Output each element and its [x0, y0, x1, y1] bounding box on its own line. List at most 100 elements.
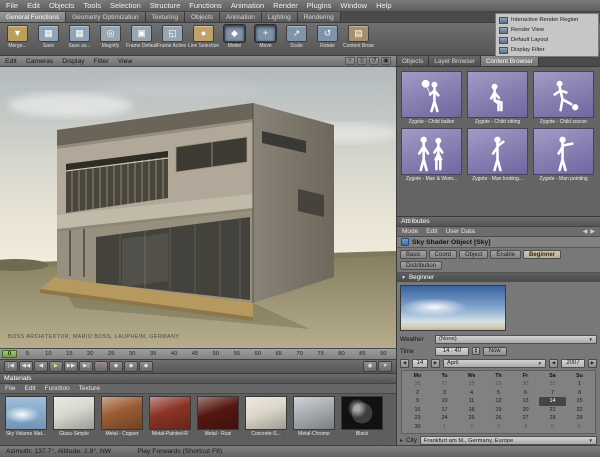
calendar-day[interactable]: 18: [458, 406, 485, 415]
calendar-day[interactable]: 30: [404, 423, 431, 432]
calendar-day[interactable]: 2: [458, 423, 485, 432]
menu-item[interactable]: Structure: [150, 1, 180, 10]
content-browser-icon[interactable]: ▤ Content Browser: [343, 25, 374, 55]
attributes-menu-item[interactable]: Edit: [426, 228, 437, 235]
calendar-day[interactable]: 25: [458, 414, 485, 423]
key-parameter-button[interactable]: ◉: [363, 361, 377, 372]
calendar-day[interactable]: 23: [404, 414, 431, 423]
calendar-day[interactable]: 7: [539, 389, 566, 398]
material-item[interactable]: Concrete-S...: [243, 396, 289, 443]
calendar-day[interactable]: 6: [566, 423, 593, 432]
content-item[interactable]: Zygote - Man pointing: [532, 128, 595, 182]
material-item[interactable]: Metal-Chrome: [291, 396, 337, 443]
goto-start-button[interactable]: |◀: [4, 361, 18, 372]
calendar-day[interactable]: 27: [431, 380, 458, 389]
calendar-day[interactable]: 1: [431, 423, 458, 432]
material-item[interactable]: Metal-Painted-R: [147, 396, 193, 443]
key-position-button[interactable]: ◆: [109, 361, 123, 372]
calendar-day[interactable]: 5: [485, 389, 512, 398]
render-view-item[interactable]: Render View: [497, 25, 597, 35]
calendar-day[interactable]: 9: [404, 397, 431, 406]
section-header[interactable]: ▼ Beginner: [397, 273, 600, 282]
calendar-day[interactable]: 14: [539, 397, 566, 406]
attribute-tab[interactable]: Enable: [490, 250, 521, 259]
menu-item[interactable]: Functions: [189, 1, 222, 10]
playback-options-button[interactable]: ▾: [378, 361, 392, 372]
now-button[interactable]: Now: [483, 347, 507, 356]
object-title-row[interactable]: Sky Shader Object [Sky]: [397, 237, 600, 248]
month-dropdown[interactable]: April ▼: [443, 359, 546, 368]
materials-menu-item[interactable]: Function: [45, 385, 70, 392]
attribute-tab[interactable]: Coord: [429, 250, 457, 259]
scale-icon[interactable]: ↗ Scale: [281, 25, 312, 55]
viewport-menu-item[interactable]: Cameras: [26, 58, 54, 65]
interactive-render-region-item[interactable]: Interactive Render Region: [497, 15, 597, 25]
calendar-day[interactable]: 26: [485, 414, 512, 423]
attribute-tab[interactable]: Object: [459, 250, 488, 259]
content-item[interactable]: Zygote - Child soccer: [532, 71, 595, 125]
palette-tab[interactable]: General Functions: [0, 12, 66, 22]
record-keyframe-button[interactable]: ●: [94, 361, 108, 372]
next-day-button[interactable]: ▶: [431, 359, 440, 368]
display-filter-item[interactable]: Display Filter: [497, 45, 597, 55]
goto-end-button[interactable]: ▶|: [79, 361, 93, 372]
calendar-day[interactable]: 16: [404, 406, 431, 415]
prev-frame-button[interactable]: ◀: [34, 361, 48, 372]
calendar-day[interactable]: 15: [566, 397, 593, 406]
palette-tab[interactable]: Objects: [185, 12, 220, 22]
content-item[interactable]: Zygote - Child ballon: [400, 71, 463, 125]
calendar-day[interactable]: 26: [404, 380, 431, 389]
weather-dropdown[interactable]: (None) ▼: [435, 335, 597, 344]
view-zoom-icon[interactable]: ◎: [357, 57, 367, 65]
live-selection-icon[interactable]: ● Live Selection: [188, 25, 219, 55]
city-dropdown[interactable]: Frankfurt am M., Germany, Europe ▼: [420, 436, 597, 445]
year-field[interactable]: 2007: [561, 359, 585, 368]
save-icon[interactable]: ▦ Save: [33, 25, 64, 55]
calendar-day[interactable]: 8: [566, 389, 593, 398]
content-item[interactable]: Zygote - Man looking...: [466, 128, 529, 182]
save-as-icon[interactable]: ▦ Save as...: [64, 25, 95, 55]
attribute-tab[interactable]: Basic: [400, 250, 427, 259]
next-year-button[interactable]: ▶: [588, 359, 597, 368]
menu-item[interactable]: Selection: [110, 1, 141, 10]
menu-item[interactable]: Render: [273, 1, 298, 10]
calendar-day[interactable]: 22: [566, 406, 593, 415]
menu-item[interactable]: Help: [376, 1, 391, 10]
calendar-day[interactable]: 13: [512, 397, 539, 406]
attribute-tab[interactable]: Distribution: [400, 261, 442, 270]
view-maximize-icon[interactable]: ▣: [381, 57, 391, 65]
calendar-day[interactable]: 28: [539, 414, 566, 423]
menu-item[interactable]: File: [6, 1, 18, 10]
calendar-day[interactable]: 28: [458, 380, 485, 389]
calendar-day[interactable]: 5: [539, 423, 566, 432]
manager-tab[interactable]: Content Browser: [481, 56, 539, 66]
materials-menu-item[interactable]: Edit: [24, 385, 35, 392]
frame-default-icon[interactable]: ▣ Frame Default: [126, 25, 157, 55]
move-icon[interactable]: + Move: [250, 25, 281, 55]
palette-tab[interactable]: Animation: [220, 12, 262, 22]
palette-tab[interactable]: Lighting: [262, 12, 298, 22]
content-item[interactable]: Zygote - Child sitting: [466, 71, 529, 125]
history-forward-icon[interactable]: ▶: [590, 228, 595, 235]
viewport-menu-item[interactable]: Edit: [5, 58, 17, 65]
timeline-ruler[interactable]: 051015202530354045505560657075808590: [0, 348, 396, 359]
material-item[interactable]: Metal - Rust: [195, 396, 241, 443]
material-item[interactable]: Metal - Copper: [99, 396, 145, 443]
calendar-day[interactable]: 4: [512, 423, 539, 432]
viewport-menu-item[interactable]: Display: [62, 58, 84, 65]
default-layout-item[interactable]: Default Layout: [497, 35, 597, 45]
menu-item[interactable]: Plugins: [307, 1, 332, 10]
menu-item[interactable]: Tools: [83, 1, 101, 10]
calendar-day[interactable]: 12: [485, 397, 512, 406]
rotate-icon[interactable]: ↺ Rotate: [312, 25, 343, 55]
merge-icon[interactable]: ▼ Merge...: [2, 25, 33, 55]
calendar-day[interactable]: 3: [485, 423, 512, 432]
calendar-day[interactable]: 20: [512, 406, 539, 415]
viewport-menu-item[interactable]: View: [118, 58, 133, 65]
expander-icon[interactable]: ▸: [400, 437, 403, 444]
view-pan-icon[interactable]: +: [345, 57, 355, 65]
model-icon[interactable]: ◆ Model: [219, 25, 250, 55]
calendar-day[interactable]: 27: [512, 414, 539, 423]
calendar-day[interactable]: 29: [566, 414, 593, 423]
content-item[interactable]: Zygote - Man & Wom...: [400, 128, 463, 182]
